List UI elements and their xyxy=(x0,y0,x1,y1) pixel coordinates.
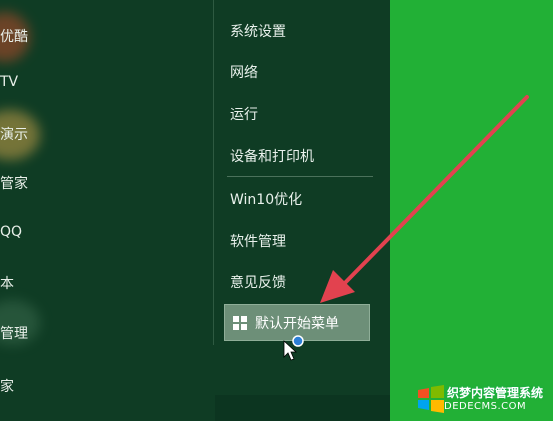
watermark-domain: DEDECMS.COM xyxy=(444,401,527,412)
windows-logo-icon xyxy=(418,385,444,413)
site-watermark: 织梦内容管理系统 DEDECMS.COM xyxy=(414,375,553,421)
red-arrow-annotation xyxy=(320,95,529,303)
watermark-title: 织梦内容管理系统 xyxy=(447,386,544,400)
